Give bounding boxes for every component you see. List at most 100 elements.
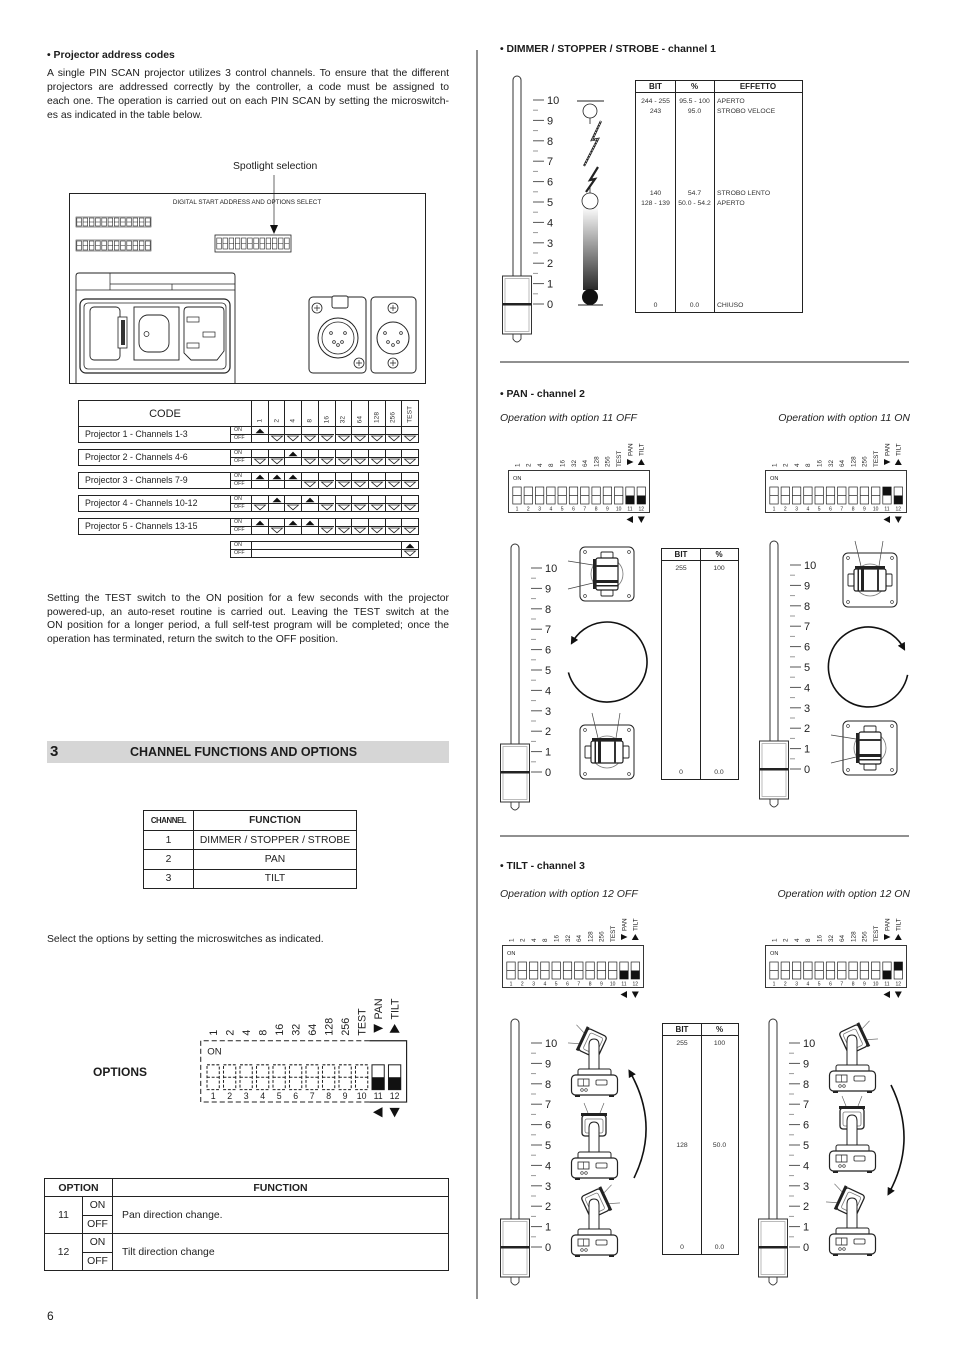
fader-tilt-option-on[interactable]: 109876543210 <box>758 1018 816 1286</box>
dip-switch-11[interactable] <box>371 1064 385 1091</box>
dip-switch-5[interactable] <box>814 961 824 980</box>
dip-switch-4[interactable] <box>540 961 550 980</box>
dip-switch-4[interactable] <box>255 1064 270 1091</box>
dip-switch-7[interactable] <box>837 961 847 980</box>
dip-switch-9[interactable] <box>596 961 606 980</box>
dimmer-gradient <box>583 206 598 290</box>
fader-handle[interactable] <box>758 1218 788 1286</box>
dip-switch-8[interactable] <box>848 486 858 505</box>
dip-switch-number: 5 <box>277 1091 282 1101</box>
dip-switch-9[interactable] <box>602 486 612 505</box>
switch-lever-off <box>619 970 629 979</box>
dip-switch-3[interactable] <box>535 486 545 505</box>
dip-switch-6[interactable] <box>825 486 836 505</box>
spotlight-pointer-arrow-icon <box>270 225 278 234</box>
dip-switch-number: 3 <box>795 982 798 988</box>
xlr-male-connector-icon <box>370 296 417 374</box>
dip-switch-12[interactable] <box>630 961 640 980</box>
dip-switch-1[interactable] <box>512 486 522 505</box>
moving-head-upright-icon <box>828 1095 877 1173</box>
dip-switch-2[interactable] <box>222 1064 237 1091</box>
dip-switch-label: 32 <box>565 934 572 942</box>
fader-pan-option-on[interactable]: 109876543210 <box>759 540 817 808</box>
dip-switch-10[interactable] <box>871 486 881 505</box>
counterclockwise-rotation-arrow-icon <box>567 621 648 703</box>
dip-switch-11[interactable] <box>882 961 892 980</box>
fader-tilt-option-off[interactable]: 109876543210 <box>500 1018 558 1286</box>
dip-switch-7[interactable] <box>305 1064 319 1091</box>
dip-switch-7[interactable] <box>837 486 847 505</box>
dip-switch-2[interactable] <box>523 486 533 505</box>
dip-switch-3[interactable] <box>529 961 539 980</box>
fader-track[interactable] <box>512 75 522 289</box>
fader-track[interactable] <box>510 543 520 757</box>
dip-switch-12[interactable] <box>636 486 646 505</box>
fader-pan-option-off[interactable]: 109876543210 <box>500 543 558 811</box>
dip-switch-9[interactable] <box>859 961 869 980</box>
fader-dimmer[interactable]: 109876543210 <box>502 75 560 343</box>
yoke-knob <box>847 573 855 587</box>
fader-handle[interactable] <box>502 275 532 343</box>
dip-switch-4[interactable] <box>803 961 813 980</box>
fader-handle[interactable] <box>500 743 530 811</box>
dip-switch-4[interactable] <box>546 486 556 505</box>
dip-switch-10[interactable] <box>614 486 624 505</box>
dip-switch-3[interactable] <box>792 961 802 980</box>
dip-switch-label: 16 <box>560 459 567 467</box>
dip-switch-6[interactable] <box>568 486 579 505</box>
fader-scale-label: 6 <box>804 642 810 654</box>
dip-switch-number: 6 <box>829 982 832 988</box>
dip-switch-label: 1 <box>508 938 515 942</box>
dip-switch-12[interactable] <box>893 486 903 505</box>
dip-switch-2[interactable] <box>517 961 527 980</box>
dip-switch-6[interactable] <box>562 961 573 980</box>
fader-track[interactable] <box>510 1018 520 1232</box>
dip-switch-9[interactable] <box>859 486 869 505</box>
dip-switch-4[interactable] <box>803 486 813 505</box>
dip-switch-8[interactable] <box>848 961 858 980</box>
dip-switch-label: 8 <box>548 463 555 467</box>
pan-direction-marker-icon <box>884 934 891 940</box>
dip-switch-label: PAN <box>884 918 891 931</box>
fader-scale-label: 4 <box>545 685 551 697</box>
dip-switch-2[interactable] <box>780 961 790 980</box>
dip-switch-8[interactable] <box>321 1064 336 1091</box>
head-stripe <box>596 565 618 567</box>
dip-switch-3[interactable] <box>792 486 802 505</box>
light-beam <box>861 1020 870 1029</box>
dip-switch-12[interactable] <box>893 961 903 980</box>
dip-switch-1[interactable] <box>769 486 779 505</box>
fader-handle[interactable] <box>759 740 789 808</box>
dip-switch-11[interactable] <box>625 486 635 505</box>
dip-switch-3[interactable] <box>239 1064 253 1091</box>
panel-title: DIGITAL START ADDRESS AND OPTIONS SELECT <box>173 199 322 206</box>
dip-switch-1[interactable] <box>769 961 779 980</box>
dip-switch-5[interactable] <box>551 961 561 980</box>
dip-switch-6[interactable] <box>825 961 836 980</box>
dip-switch-7[interactable] <box>580 486 590 505</box>
dip-switch-11[interactable] <box>882 486 892 505</box>
dip-switch-10[interactable] <box>354 1064 369 1091</box>
dip-switch-5[interactable] <box>557 486 567 505</box>
dip-switch-8[interactable] <box>591 486 601 505</box>
dip-switch-7[interactable] <box>574 961 584 980</box>
dip-switch-1[interactable] <box>506 961 516 980</box>
dip-switch-6[interactable] <box>288 1064 303 1091</box>
dip-switch-11[interactable] <box>619 961 629 980</box>
dip-switch-12[interactable] <box>387 1064 402 1091</box>
dip-switch-5[interactable] <box>814 486 824 505</box>
dip-switch-label: 64 <box>839 459 846 467</box>
dip-switch-9[interactable] <box>338 1064 352 1091</box>
dip-switch-10[interactable] <box>871 961 881 980</box>
fader-track[interactable] <box>768 1018 778 1232</box>
dip-switch-8[interactable] <box>585 961 595 980</box>
dip-switch-10[interactable] <box>608 961 618 980</box>
dip-switch-2[interactable] <box>780 486 790 505</box>
fader-scale-label: 8 <box>803 1079 809 1091</box>
fader-handle[interactable] <box>500 1218 530 1286</box>
fader-scale-label: 9 <box>803 1058 809 1070</box>
fader-scale-label: 6 <box>545 1120 551 1132</box>
fader-track[interactable] <box>769 540 779 754</box>
dip-switch-1[interactable] <box>206 1064 220 1091</box>
dip-switch-5[interactable] <box>272 1064 286 1091</box>
